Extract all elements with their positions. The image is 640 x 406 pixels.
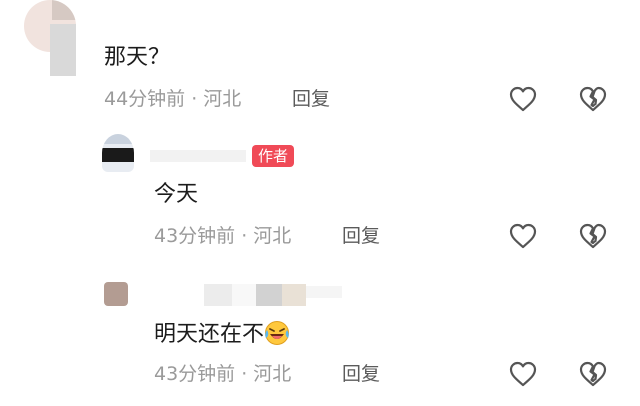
broken-heart-icon[interactable] <box>578 221 608 251</box>
reply-button[interactable]: 回复 <box>342 224 380 248</box>
author-badge: 作者 <box>252 145 295 167</box>
heart-outline-icon[interactable] <box>508 221 538 251</box>
blurred-username <box>50 24 76 76</box>
meta-separator: · <box>191 88 198 110</box>
blurred-username <box>306 286 342 298</box>
comment-time: 43分钟前 <box>154 363 236 385</box>
avatar[interactable] <box>102 134 134 172</box>
comment-meta: 43分钟前 · 河北 <box>154 362 291 386</box>
comment-text-body: 明天还在不 <box>154 322 265 347</box>
comment-time: 43分钟前 <box>154 225 236 247</box>
heart-outline-icon[interactable] <box>508 84 538 114</box>
comment-location: 河北 <box>203 88 242 110</box>
meta-separator: · <box>241 363 248 385</box>
avatar[interactable] <box>104 282 128 306</box>
meta-separator: · <box>241 225 248 247</box>
comment-meta: 44分钟前 · 河北 <box>104 87 241 111</box>
comment-text: 明天还在不 <box>154 320 290 353</box>
reply-button[interactable]: 回复 <box>292 87 330 111</box>
blurred-username <box>232 284 256 306</box>
laughing-tears-emoji <box>264 320 290 353</box>
comment-text: 那天？ <box>104 45 171 70</box>
blurred-username <box>204 284 232 306</box>
heart-outline-icon[interactable] <box>508 359 538 389</box>
comment-text: 今天 <box>154 182 199 207</box>
comment-location: 河北 <box>253 363 292 385</box>
broken-heart-icon[interactable] <box>578 359 608 389</box>
avatar-pixel <box>102 148 134 162</box>
comment-time: 44分钟前 <box>104 88 186 110</box>
blurred-username <box>150 150 246 162</box>
comment-meta: 43分钟前 · 河北 <box>154 224 291 248</box>
avatar-pixel <box>52 0 76 20</box>
avatar-pixel <box>102 134 134 144</box>
broken-heart-icon[interactable] <box>578 84 608 114</box>
reply-button[interactable]: 回复 <box>342 362 380 386</box>
blurred-username <box>282 284 306 306</box>
blurred-username <box>256 284 282 306</box>
comment-location: 河北 <box>253 225 292 247</box>
